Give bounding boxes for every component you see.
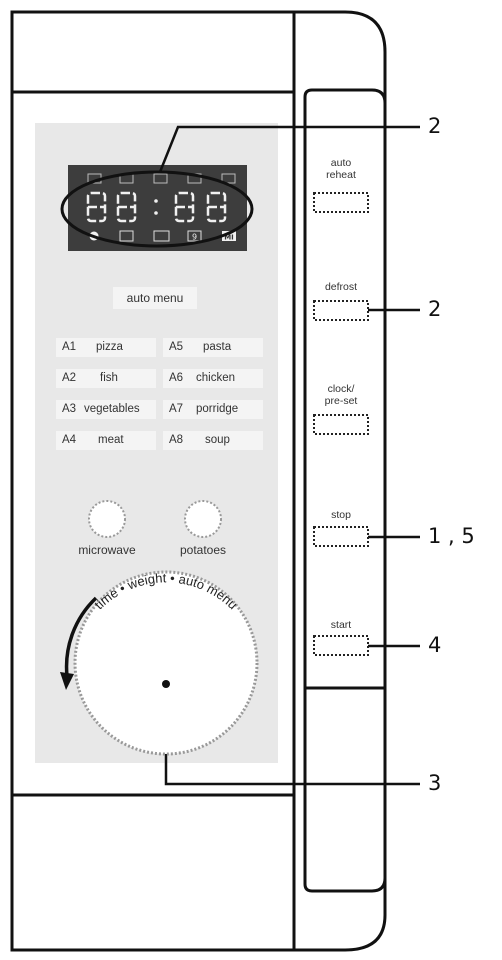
menu-item-a3[interactable]: A3 vegetables [56,400,156,419]
menu-code: A1 [62,341,77,353]
menu-item-a2[interactable]: A2 fish [56,369,156,388]
nine-icon-text: 9 [192,233,197,242]
clock-label-line1: clock/ [327,383,355,395]
menu-name: soup [205,434,230,446]
callout-start-number: 4 [428,633,442,657]
defrost-button [313,300,369,321]
potatoes-label: potatoes [179,543,227,557]
menu-code: A4 [62,434,77,446]
potatoes-button [184,500,222,538]
colon-dot-top [154,199,158,203]
menu-item-a8[interactable]: A8 soup [163,431,263,450]
menu-item-a5[interactable]: A5 pasta [163,338,263,357]
colon-dot-bottom [154,211,158,215]
menu-name: chicken [196,372,235,384]
auto-reheat-label-line1: auto [330,157,352,169]
menu-name: meat [98,434,124,446]
clock-label-line2: pre-set [324,395,358,407]
stop-label: stop [331,509,351,521]
start-button [313,635,369,656]
microwave-label: microwave [78,543,136,557]
auto-reheat-button [313,192,369,213]
dial-center-dot [162,680,170,688]
callout-stop-number: 1 , 5 [428,524,475,548]
menu-code: A8 [169,434,184,446]
clock-preset-button [313,414,369,435]
menu-name: pasta [203,341,232,353]
menu-name: fish [100,372,118,384]
menu-item-a1[interactable]: A1 pizza [56,338,156,357]
auto-reheat-label-line2: reheat [326,169,356,181]
callout-dial-number: 3 [428,771,442,795]
callout-display-number: 2 [428,114,442,138]
menu-code: A6 [169,372,184,384]
menu-name: pizza [96,341,123,353]
defrost-label: defrost [324,281,358,293]
menu-item-a6[interactable]: A6 chicken [163,369,263,388]
menu-code: A5 [169,341,184,353]
microwave-button [88,500,126,538]
callout-defrost-number: 2 [428,297,442,321]
menu-item-a7[interactable]: A7 porridge [163,400,263,419]
start-label: start [330,619,352,631]
auto-menu-label: auto menu [113,287,197,309]
menu-name: porridge [196,403,239,415]
menu-code: A3 [62,403,77,415]
stop-button [313,526,369,547]
menu-name: vegetables [84,403,140,415]
menu-code: A7 [169,403,184,415]
menu-code: A2 [62,372,77,384]
microwave-control-panel-diagram: 9 MI time • weight • auto menu [10,10,420,952]
menu-item-a4[interactable]: A4 meat [56,431,156,450]
